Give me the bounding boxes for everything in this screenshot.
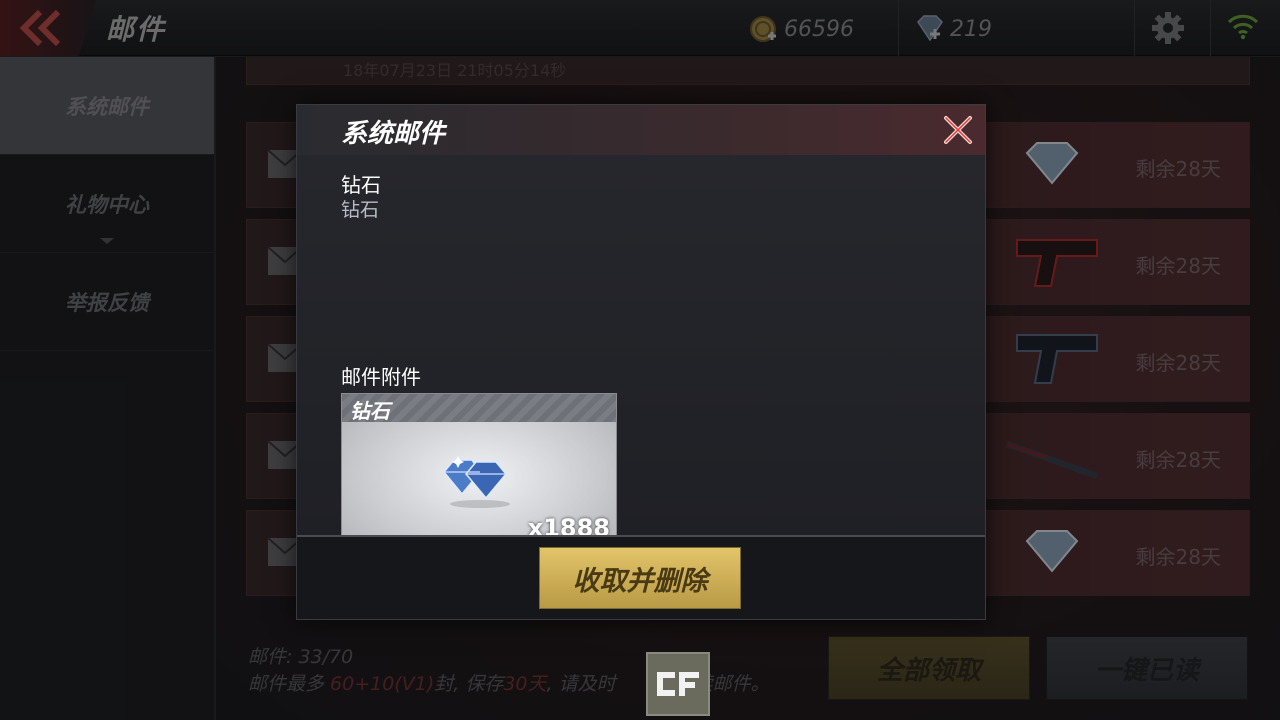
- dialog-header: 系统邮件: [297, 105, 985, 155]
- attachment-name: 钻石: [350, 399, 390, 423]
- attachment-label: 邮件附件: [341, 365, 421, 389]
- attachment-card[interactable]: 钻石 x1888: [341, 393, 617, 545]
- mail-detail-dialog: 系统邮件 钻石 钻石 邮件附件 钻石 x1888 收取并删除: [296, 104, 986, 620]
- dialog-footer: 收取并删除: [297, 535, 985, 619]
- diamond-icon: [443, 456, 510, 508]
- mail-item-description: 钻石: [341, 199, 380, 221]
- close-icon: [944, 116, 972, 144]
- cf-logo-icon: [646, 652, 710, 716]
- attachment-card-header: 钻石: [342, 394, 616, 423]
- dialog-title: 系统邮件: [341, 119, 446, 149]
- dialog-body: 钻石 钻石 邮件附件 钻石 x1888: [297, 155, 985, 545]
- mail-item-name: 钻石: [341, 173, 381, 197]
- close-button[interactable]: [941, 113, 975, 147]
- claim-and-delete-button[interactable]: 收取并删除: [539, 547, 741, 609]
